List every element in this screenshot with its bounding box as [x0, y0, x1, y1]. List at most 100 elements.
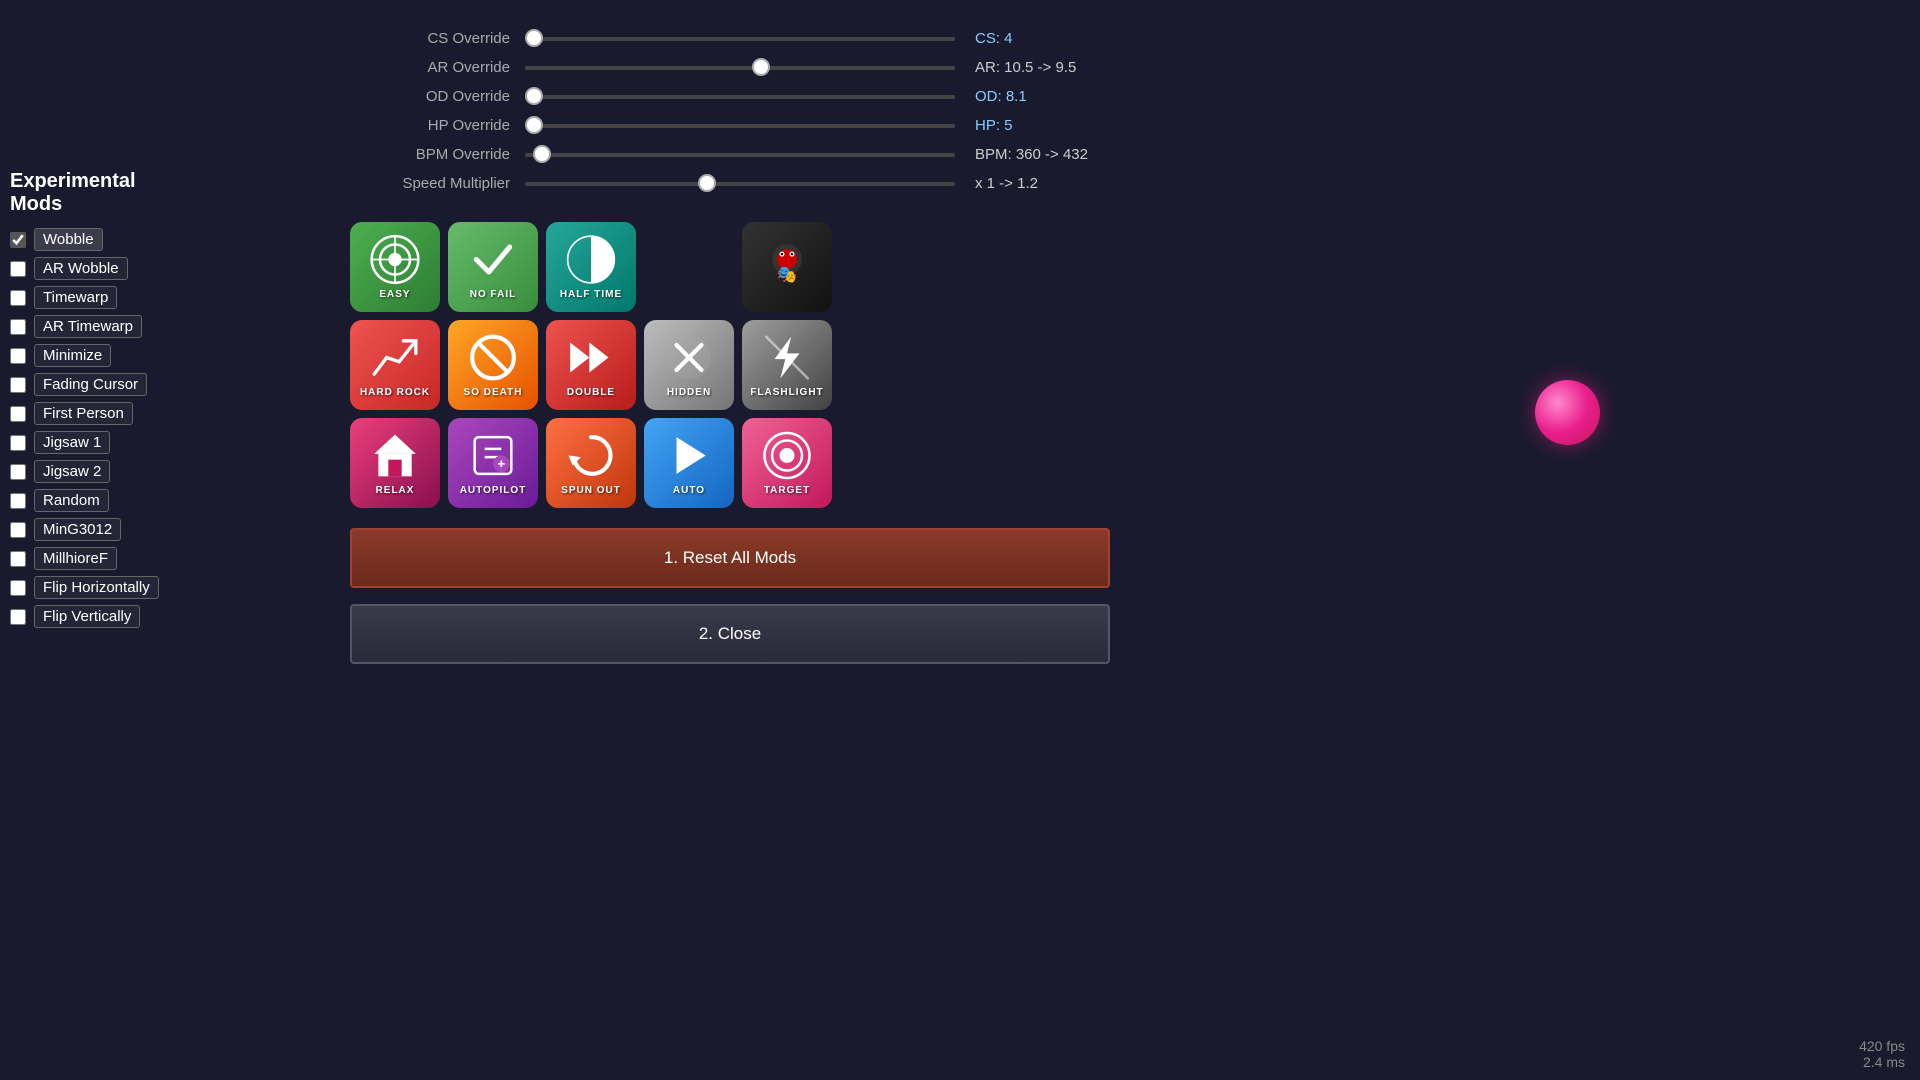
mod-label-flashlight: FLASHLIGHT [750, 387, 823, 398]
checkbox-ming3012[interactable] [10, 522, 26, 538]
mod-icon-auto[interactable]: AUTO [644, 418, 734, 508]
slider-label-ar: AR Override [350, 59, 510, 76]
mod-graphic-suddendeath [468, 333, 518, 383]
slider-input-ar[interactable] [525, 58, 955, 76]
mod-graphic-relax [370, 431, 420, 481]
mod-icon-easy[interactable]: EASY [350, 222, 440, 312]
action-buttons: 1. Reset All Mods 2. Close [350, 528, 1550, 664]
mod-label-nofail: NO FAIL [470, 289, 516, 300]
close-button[interactable]: 2. Close [350, 604, 1110, 664]
mod-label-hidden: HIDDEN [667, 387, 711, 398]
slider-row-cs: CS Override CS: 4 [350, 30, 1550, 47]
slider-row-ar: AR Override AR: 10.5 -> 9.5 [350, 59, 1550, 76]
slider-input-hp[interactable] [525, 116, 955, 134]
mod-icon-suddendeath[interactable]: SO DEATH [448, 320, 538, 410]
sliders-list: CS Override CS: 4 AR Override AR: 10.5 -> 9… [350, 30, 1550, 192]
mod-icon-spunout[interactable]: SPUN OUT [546, 418, 636, 508]
mod-spacer-empty1 [644, 222, 734, 312]
svg-text:🎭: 🎭 [777, 265, 798, 284]
mod-label-relax: RELAX [376, 485, 415, 496]
checkbox-item-ar-wobble[interactable]: AR Wobble [10, 257, 190, 280]
slider-input-od[interactable] [525, 87, 955, 105]
mod-graphic-target [762, 431, 812, 481]
reset-all-mods-button[interactable]: 1. Reset All Mods [350, 528, 1110, 588]
checkbox-millhioref[interactable] [10, 551, 26, 567]
checkbox-item-jigsaw2[interactable]: Jigsaw 2 [10, 460, 190, 483]
checkbox-item-first-person[interactable]: First Person [10, 402, 190, 425]
mod-label-double: DOUBLE [567, 387, 615, 398]
checkbox-item-millhioref[interactable]: MillhioreF [10, 547, 190, 570]
checkbox-label-ming3012: MinG3012 [34, 518, 121, 541]
checkbox-item-minimize[interactable]: Minimize [10, 344, 190, 367]
slider-label-speed: Speed Multiplier [350, 175, 510, 192]
checkbox-label-minimize: Minimize [34, 344, 111, 367]
slider-input-speed[interactable] [525, 174, 955, 192]
checkbox-label-wobble: Wobble [34, 228, 103, 251]
mod-icon-hardrock[interactable]: HARD ROCK [350, 320, 440, 410]
mod-graphic-hardrock [370, 333, 420, 383]
slider-track-bpm [525, 153, 955, 157]
checkbox-item-flip-v[interactable]: Flip Vertically [10, 605, 190, 628]
mod-icon-double[interactable]: DOUBLE [546, 320, 636, 410]
sidebar-title: Experimental Mods [10, 170, 190, 216]
mod-graphic-hidden [664, 333, 714, 383]
pink-orb [1535, 380, 1600, 445]
slider-value-od: OD: 8.1 [975, 88, 1135, 105]
mod-icon-nofail[interactable]: NO FAIL [448, 222, 538, 312]
checkbox-item-flip-h[interactable]: Flip Horizontally [10, 576, 190, 599]
mod-icon-autopilot[interactable]: AUTOPILOT [448, 418, 538, 508]
mod-graphic-halftime [566, 235, 616, 285]
checkbox-label-flip-h: Flip Horizontally [34, 576, 159, 599]
checkbox-flip-v[interactable] [10, 609, 26, 625]
checkbox-item-jigsaw1[interactable]: Jigsaw 1 [10, 431, 190, 454]
mod-row-row2: HARD ROCK SO DEATH DOUBLE HIDDEN FLASHLIGHT [350, 320, 1550, 410]
checkbox-item-ming3012[interactable]: MinG3012 [10, 518, 190, 541]
slider-input-bpm[interactable] [525, 145, 955, 163]
checkbox-random[interactable] [10, 493, 26, 509]
slider-label-cs: CS Override [350, 30, 510, 47]
checkbox-label-jigsaw2: Jigsaw 2 [34, 460, 110, 483]
checkbox-item-wobble[interactable]: Wobble [10, 228, 190, 251]
checkbox-ar-timewarp[interactable] [10, 319, 26, 335]
slider-value-cs: CS: 4 [975, 30, 1135, 47]
checkbox-label-random: Random [34, 489, 109, 512]
checkbox-timewarp[interactable] [10, 290, 26, 306]
mod-icon-flashlight[interactable]: FLASHLIGHT [742, 320, 832, 410]
slider-track-cs [525, 37, 955, 41]
checkbox-first-person[interactable] [10, 406, 26, 422]
checkbox-jigsaw1[interactable] [10, 435, 26, 451]
checkbox-wobble[interactable] [10, 232, 26, 248]
slider-label-hp: HP Override [350, 117, 510, 134]
slider-input-cs[interactable] [525, 29, 955, 47]
checkbox-label-timewarp: Timewarp [34, 286, 117, 309]
mod-graphic-spunout [566, 431, 616, 481]
experimental-mods-sidebar: Experimental Mods Wobble AR Wobble Timewar… [0, 160, 200, 644]
slider-value-ar: AR: 10.5 -> 9.5 [975, 59, 1135, 76]
mod-graphic-auto [664, 431, 714, 481]
mod-icon-jigsaw-face[interactable]: 🎭 [742, 222, 832, 312]
mod-label-suddendeath: SO DEATH [464, 387, 523, 398]
mod-graphic-flashlight [762, 333, 812, 383]
checkbox-ar-wobble[interactable] [10, 261, 26, 277]
checkbox-label-fading-cursor: Fading Cursor [34, 373, 147, 396]
fps-counter: 420 fps 2.4 ms [1859, 1038, 1905, 1070]
mod-icon-relax[interactable]: RELAX [350, 418, 440, 508]
checkbox-label-ar-timewarp: AR Timewarp [34, 315, 142, 338]
main-content: CS Override CS: 4 AR Override AR: 10.5 -> 9… [350, 30, 1550, 664]
checkbox-jigsaw2[interactable] [10, 464, 26, 480]
mod-icon-target[interactable]: TARGET [742, 418, 832, 508]
checkbox-item-timewarp[interactable]: Timewarp [10, 286, 190, 309]
mod-label-auto: AUTO [673, 485, 705, 496]
slider-row-od: OD Override OD: 8.1 [350, 88, 1550, 105]
checkbox-item-ar-timewarp[interactable]: AR Timewarp [10, 315, 190, 338]
checkbox-fading-cursor[interactable] [10, 377, 26, 393]
mod-icon-hidden[interactable]: HIDDEN [644, 320, 734, 410]
checkbox-item-random[interactable]: Random [10, 489, 190, 512]
checkbox-minimize[interactable] [10, 348, 26, 364]
slider-label-od: OD Override [350, 88, 510, 105]
mod-icon-halftime[interactable]: HALF TIME [546, 222, 636, 312]
checkbox-item-fading-cursor[interactable]: Fading Cursor [10, 373, 190, 396]
slider-row-speed: Speed Multiplierx 1 -> 1.2 [350, 175, 1550, 192]
mod-graphic-double [566, 333, 616, 383]
checkbox-flip-h[interactable] [10, 580, 26, 596]
